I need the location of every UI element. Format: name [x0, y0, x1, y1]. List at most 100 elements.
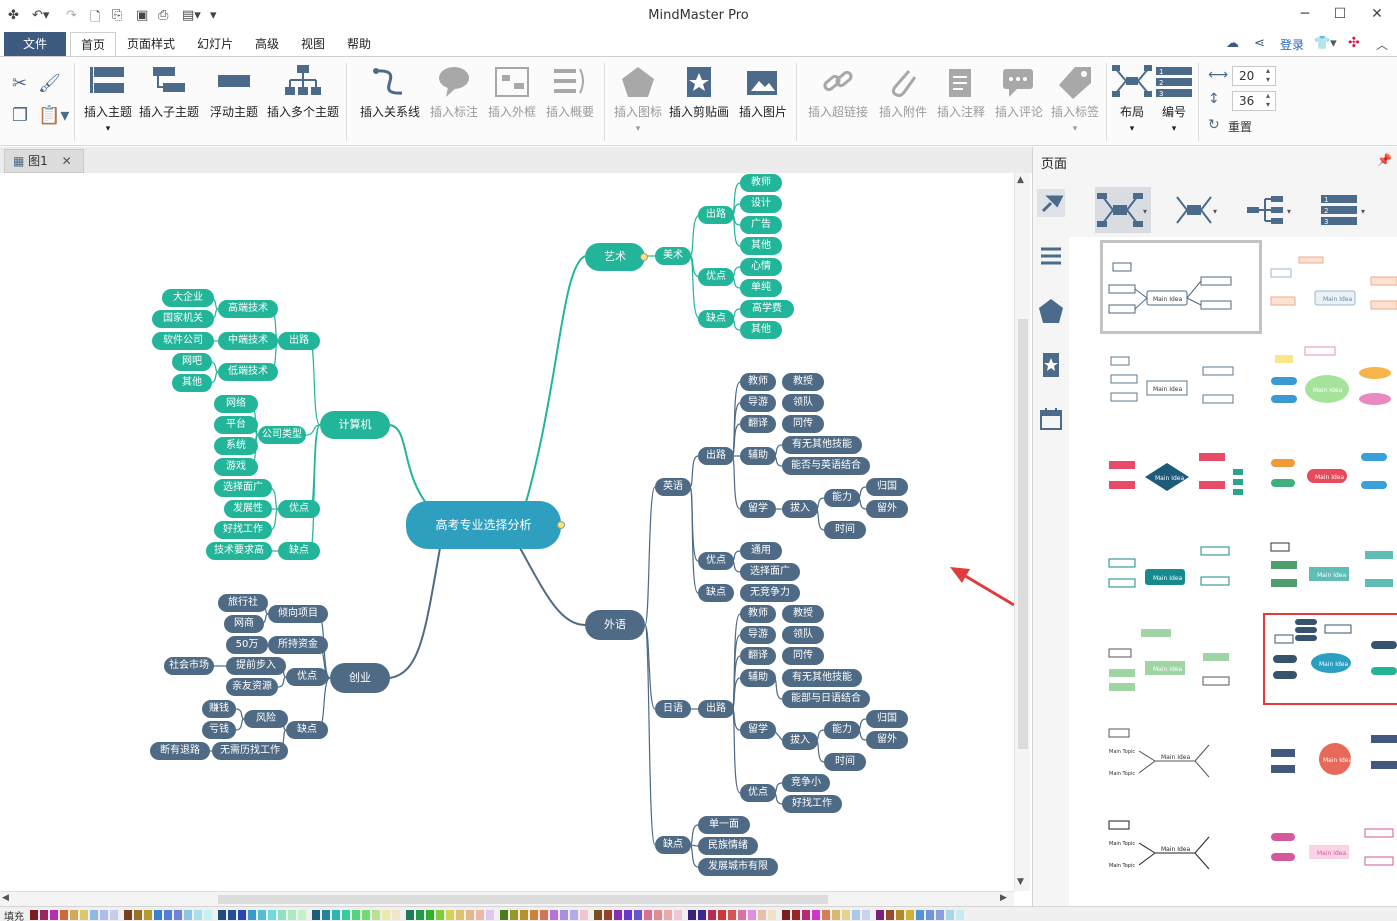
- color-swatch[interactable]: [510, 910, 518, 920]
- low-tech-item[interactable]: 网吧: [172, 353, 212, 371]
- topic-direction[interactable]: 倾向项目: [268, 605, 328, 623]
- central-topic[interactable]: 高考专业选择分析: [406, 501, 561, 549]
- color-swatch[interactable]: [580, 910, 588, 920]
- color-swatch[interactable]: [802, 910, 810, 920]
- topic-startup-merit[interactable]: 优点: [286, 668, 328, 686]
- no-job-item[interactable]: 断有退路: [150, 742, 210, 760]
- topic-translate[interactable]: 翻译: [740, 647, 776, 665]
- theme-card[interactable]: Main Idea: [1265, 429, 1397, 517]
- insert-comment-button[interactable]: 插入评论: [992, 65, 1046, 120]
- topic-tour-guide[interactable]: 导游: [740, 626, 776, 644]
- company-item[interactable]: 网络: [214, 395, 258, 413]
- color-swatch[interactable]: [248, 910, 256, 920]
- color-swatches[interactable]: [30, 907, 1030, 921]
- color-swatch[interactable]: [634, 910, 642, 920]
- color-swatch[interactable]: [570, 910, 578, 920]
- topic-risk[interactable]: 风险: [244, 710, 288, 728]
- color-swatch[interactable]: [382, 910, 390, 920]
- risk-item[interactable]: 亏钱: [202, 721, 236, 739]
- art-outlet-item[interactable]: 广告: [740, 216, 782, 234]
- theme-card[interactable]: Main Idea: [1265, 243, 1397, 331]
- reset-icon[interactable]: ↻: [1208, 117, 1220, 133]
- color-swatch[interactable]: [822, 910, 830, 920]
- topic-art-merit[interactable]: 优点: [698, 268, 734, 286]
- topic-study[interactable]: 拔入: [782, 500, 818, 518]
- topic-capacity[interactable]: 能力: [824, 489, 860, 507]
- topic-japanese[interactable]: 日语: [655, 700, 691, 718]
- japanese-merit-item[interactable]: 竞争小: [782, 774, 830, 792]
- tour-item[interactable]: 领队: [782, 394, 824, 412]
- clipart-library-icon[interactable]: [1037, 351, 1065, 379]
- color-swatch[interactable]: [886, 910, 894, 920]
- pin-icon[interactable]: 📌: [1377, 153, 1392, 167]
- layout-option-radial[interactable]: ▾: [1171, 187, 1221, 233]
- close-tab-icon[interactable]: ✕: [62, 154, 72, 168]
- color-swatch[interactable]: [614, 910, 622, 920]
- color-swatch[interactable]: [288, 910, 296, 920]
- undo-icon[interactable]: ↶▾: [32, 8, 49, 23]
- color-swatch[interactable]: [550, 910, 558, 920]
- capacity-item[interactable]: 留外: [866, 500, 908, 518]
- color-swatch[interactable]: [416, 910, 424, 920]
- color-swatch[interactable]: [530, 910, 538, 920]
- color-swatch[interactable]: [436, 910, 444, 920]
- spin-arrows-icon[interactable]: ▴ ▾: [1266, 91, 1270, 109]
- risk-item[interactable]: 赚钱: [202, 700, 236, 718]
- color-swatch[interactable]: [896, 910, 904, 920]
- login-link[interactable]: 登录: [1280, 36, 1304, 53]
- export-icon[interactable]: ▤▾: [182, 8, 201, 23]
- color-swatch[interactable]: [322, 910, 330, 920]
- scroll-up-icon[interactable]: ▲: [1017, 175, 1024, 185]
- horizontal-scrollbar[interactable]: ◀ ▶: [0, 891, 1014, 906]
- teacher-item[interactable]: 教授: [782, 605, 824, 623]
- topic-no-job-search[interactable]: 无需历找工作: [212, 742, 288, 760]
- topic-study-abroad[interactable]: 留学: [740, 721, 776, 739]
- color-swatch[interactable]: [60, 910, 68, 920]
- topic-english-merit[interactable]: 优点: [698, 552, 734, 570]
- insert-summary-button[interactable]: 插入概要: [544, 65, 596, 120]
- color-swatch[interactable]: [842, 910, 850, 920]
- color-swatch[interactable]: [768, 910, 776, 920]
- color-swatch[interactable]: [476, 910, 484, 920]
- theme-card[interactable]: Main Idea: [1103, 337, 1259, 425]
- tab-page-style[interactable]: 页面样式: [120, 32, 182, 56]
- color-swatch[interactable]: [698, 910, 706, 920]
- topic-japanese-merit[interactable]: 优点: [740, 784, 776, 802]
- topic-english[interactable]: 英语: [655, 478, 691, 496]
- gantt-icon[interactable]: [1037, 405, 1065, 433]
- layout-button[interactable]: 布局 ▾: [1112, 65, 1152, 134]
- art-merit-item[interactable]: 心情: [740, 258, 782, 276]
- topic-teacher[interactable]: 教师: [740, 373, 776, 391]
- color-swatch[interactable]: [540, 910, 548, 920]
- insert-hyperlink-button[interactable]: 插入超链接: [806, 65, 870, 120]
- company-item[interactable]: 平台: [214, 416, 258, 434]
- insert-clipart-button[interactable]: 插入剪贴画: [668, 65, 730, 120]
- tab-home[interactable]: 首页: [70, 32, 116, 56]
- reset-button[interactable]: 重置: [1228, 118, 1252, 135]
- tshirt-icon[interactable]: 👕▾: [1314, 36, 1337, 51]
- color-swatch[interactable]: [812, 910, 820, 920]
- color-swatch[interactable]: [792, 910, 800, 920]
- topic-startup-flaw[interactable]: 缺点: [286, 721, 328, 739]
- color-swatch[interactable]: [352, 910, 360, 920]
- color-swatch[interactable]: [946, 910, 954, 920]
- theme-card[interactable]: Main Idea: [1103, 615, 1259, 703]
- open-file-icon[interactable]: ⎘: [112, 8, 122, 23]
- topic-japanese-outlet[interactable]: 出路: [698, 700, 734, 718]
- art-outlet-item[interactable]: 设计: [740, 195, 782, 213]
- color-swatch[interactable]: [708, 910, 716, 920]
- topic-translate[interactable]: 翻译: [740, 415, 776, 433]
- color-swatch[interactable]: [342, 910, 350, 920]
- color-swatch[interactable]: [406, 910, 414, 920]
- tab-view[interactable]: 视图: [294, 32, 332, 56]
- minimize-button[interactable]: ─: [1290, 6, 1320, 22]
- funds-item[interactable]: 50万: [226, 636, 268, 654]
- color-swatch[interactable]: [312, 910, 320, 920]
- translate-item[interactable]: 同传: [782, 415, 824, 433]
- color-swatch[interactable]: [644, 910, 652, 920]
- topic-tour-guide[interactable]: 导游: [740, 394, 776, 412]
- topic-time[interactable]: 时间: [824, 521, 866, 539]
- topic-computer-merit[interactable]: 优点: [278, 500, 320, 518]
- insert-topic-button[interactable]: 插入主题 ▾: [82, 65, 134, 134]
- art-merit-item[interactable]: 单纯: [740, 279, 782, 297]
